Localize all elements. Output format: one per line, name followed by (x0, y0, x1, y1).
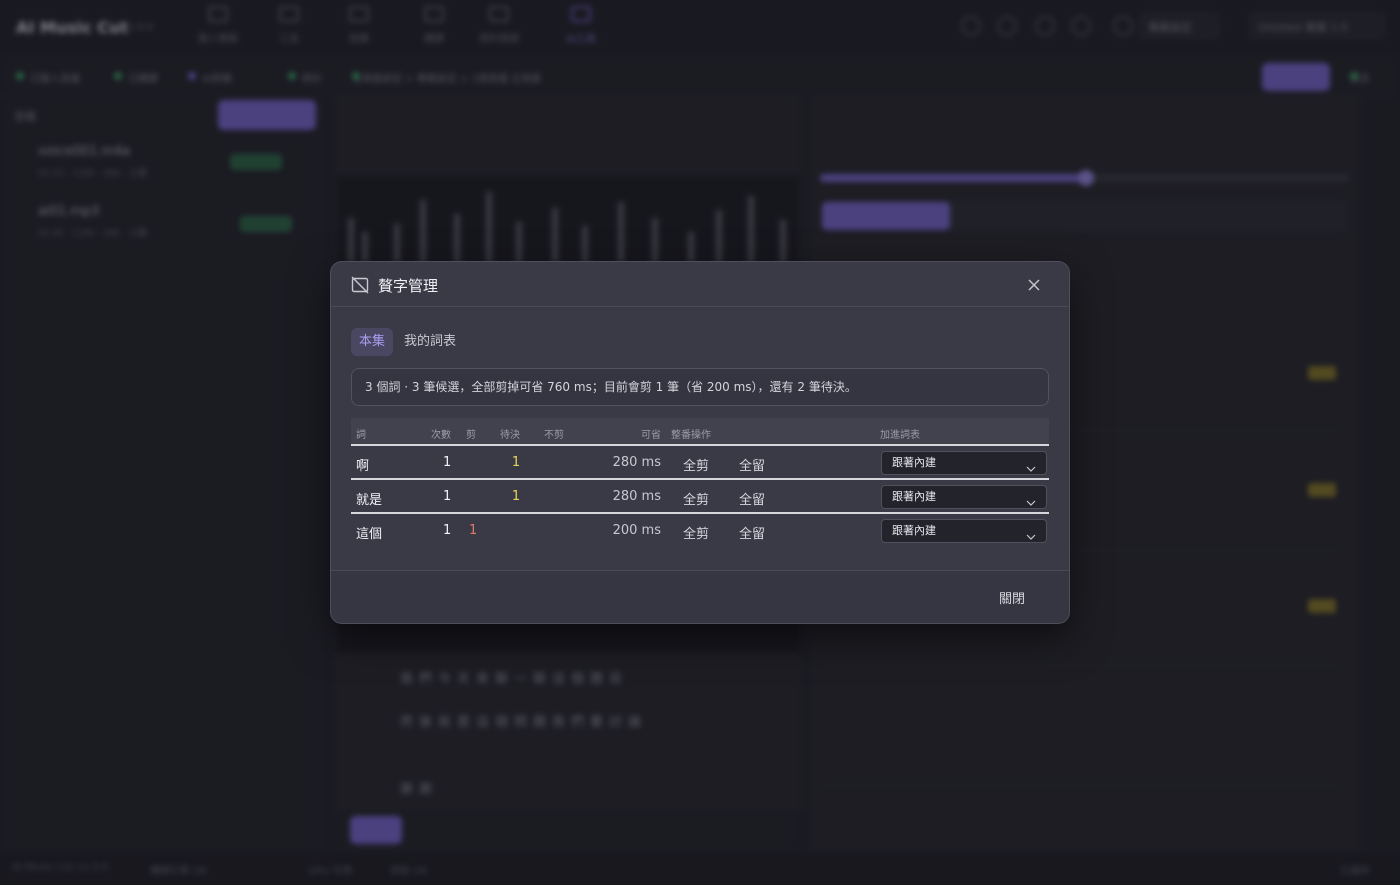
count-cell: 1 (443, 489, 452, 504)
dictionary-select[interactable]: 跟著內建 (881, 485, 1047, 509)
keep-all-button[interactable]: 全留 (739, 523, 765, 542)
crossed-box-icon (351, 276, 369, 294)
column-count: 次數 (431, 430, 451, 441)
dictionary-select-value: 跟著內建 (892, 490, 936, 503)
count-cell: 1 (443, 523, 452, 538)
cut-all-button[interactable]: 全剪 (683, 489, 709, 508)
table-row: 啊 1 1 280 ms 全剪 全留 跟著內建 (351, 446, 1049, 480)
dictionary-select[interactable]: 跟著內建 (881, 519, 1047, 543)
dialog-footer: 關閉 (331, 570, 1069, 623)
table-row: 這個 1 1 200 ms 全剪 全留 跟著內建 (351, 514, 1049, 548)
tab-my-dictionary[interactable]: 我的詞表 (399, 328, 461, 356)
chevron-down-icon (1026, 459, 1036, 472)
keep-all-button[interactable]: 全留 (739, 489, 765, 508)
dialog-title: 贅字管理 (378, 277, 439, 295)
chevron-down-icon (1026, 493, 1036, 506)
column-word: 詞 (356, 430, 366, 441)
dictionary-select[interactable]: 跟著內建 (881, 451, 1047, 475)
saving-cell: 280 ms (612, 489, 661, 504)
table-row: 就是 1 1 280 ms 全剪 全留 跟著內建 (351, 480, 1049, 514)
cut-cell: 1 (469, 523, 478, 538)
column-cut: 剪 (466, 430, 476, 441)
word-cell: 這個 (356, 527, 383, 542)
dictionary-select-value: 跟著內建 (892, 524, 936, 537)
table-header: 詞 次數 剪 待決 不剪 可省 整番操作 加進詞表 (351, 418, 1049, 446)
column-saving: 可省 (641, 430, 661, 441)
column-add-to-dictionary: 加進詞表 (880, 430, 920, 441)
column-keep: 不剪 (544, 430, 564, 441)
summary-banner: 3 個詞 · 3 筆候選，全部剪掉可省 760 ms；目前會剪 1 筆（省 20… (351, 368, 1049, 406)
saving-cell: 280 ms (612, 455, 661, 470)
chevron-down-icon (1026, 527, 1036, 540)
column-pending: 待決 (500, 430, 520, 441)
dictionary-select-value: 跟著內建 (892, 456, 936, 469)
word-cell: 啊 (356, 459, 370, 474)
dialog-header: 贅字管理 (331, 262, 1069, 307)
tab-episode[interactable]: 本集 (351, 328, 393, 356)
column-bulk-actions: 整番操作 (671, 430, 711, 441)
close-button[interactable]: 關閉 (999, 588, 1025, 607)
cut-all-button[interactable]: 全剪 (683, 523, 709, 542)
filler-word-table: 詞 次數 剪 待決 不剪 可省 整番操作 加進詞表 啊 1 1 280 ms 全… (351, 418, 1049, 548)
saving-cell: 200 ms (612, 523, 661, 538)
pending-cell: 1 (511, 489, 521, 504)
word-cell: 就是 (356, 493, 383, 508)
cut-all-button[interactable]: 全剪 (683, 455, 709, 474)
keep-all-button[interactable]: 全留 (739, 455, 765, 474)
count-cell: 1 (443, 455, 452, 470)
close-icon[interactable] (1024, 275, 1044, 295)
filler-word-dialog: 贅字管理 本集 我的詞表 3 個詞 · 3 筆候選，全部剪掉可省 760 ms；… (330, 261, 1070, 624)
pending-cell: 1 (511, 455, 521, 470)
